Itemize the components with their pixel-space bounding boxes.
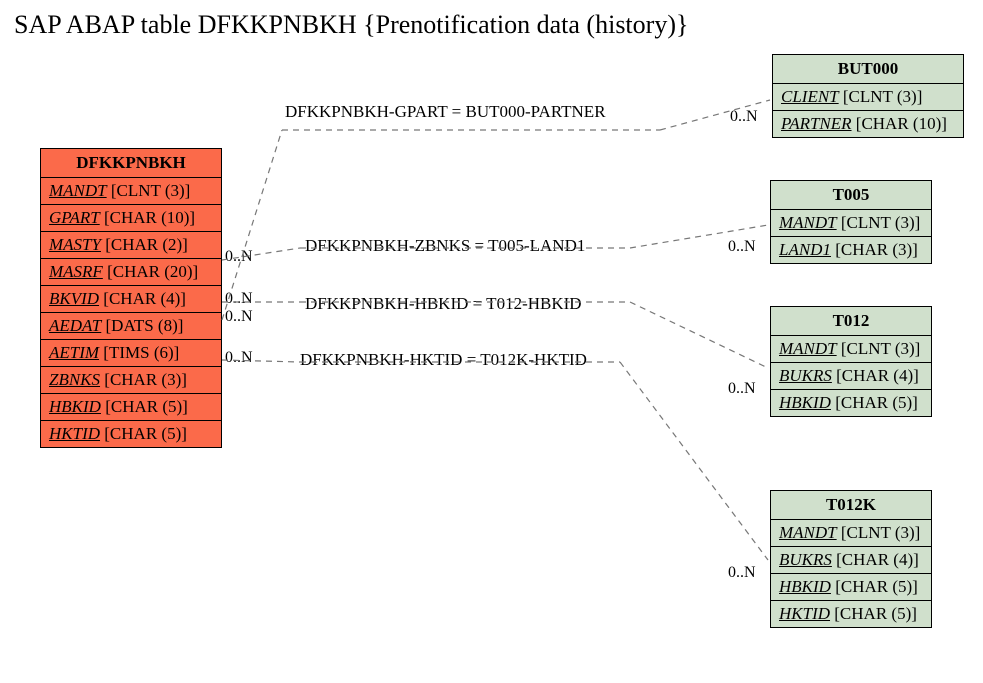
table-dfkkpnbkh: DFKKPNBKH MANDT [CLNT (3)] GPART [CHAR (…	[40, 148, 222, 448]
field-type: [CHAR (4)]	[836, 366, 919, 385]
table-row: HBKID [CHAR (5)]	[41, 394, 221, 421]
table-header: T005	[771, 181, 931, 210]
table-row: PARTNER [CHAR (10)]	[773, 111, 963, 137]
cardinality-right: 0..N	[728, 564, 756, 582]
table-row: AETIM [TIMS (6)]	[41, 340, 221, 367]
field-name: MASRF	[49, 262, 103, 281]
field-type: [CHAR (5)]	[834, 604, 917, 623]
table-t012: T012 MANDT [CLNT (3)] BUKRS [CHAR (4)] H…	[770, 306, 932, 417]
field-name: MANDT	[49, 181, 107, 200]
table-row: HBKID [CHAR (5)]	[771, 574, 931, 601]
table-t012k: T012K MANDT [CLNT (3)] BUKRS [CHAR (4)] …	[770, 490, 932, 628]
field-name: AETIM	[49, 343, 99, 362]
field-name: BUKRS	[779, 366, 832, 385]
table-row: BUKRS [CHAR (4)]	[771, 363, 931, 390]
cardinality-right: 0..N	[730, 108, 758, 126]
table-but000: BUT000 CLIENT [CLNT (3)] PARTNER [CHAR (…	[772, 54, 964, 138]
field-type: [CHAR (5)]	[104, 424, 187, 443]
field-name: BKVID	[49, 289, 99, 308]
field-type: [CHAR (5)]	[835, 577, 918, 596]
field-name: HBKID	[779, 393, 831, 412]
table-header: T012	[771, 307, 931, 336]
cardinality-left: 0..N	[225, 248, 253, 266]
field-name: ZBNKS	[49, 370, 100, 389]
field-type: [CLNT (3)]	[841, 339, 920, 358]
table-row: GPART [CHAR (10)]	[41, 205, 221, 232]
relation-label: DFKKPNBKH-GPART = BUT000-PARTNER	[285, 102, 606, 122]
field-name: MANDT	[779, 523, 837, 542]
table-header: T012K	[771, 491, 931, 520]
field-name: CLIENT	[781, 87, 839, 106]
field-name: AEDAT	[49, 316, 101, 335]
field-type: [CHAR (5)]	[105, 397, 188, 416]
table-row: BKVID [CHAR (4)]	[41, 286, 221, 313]
field-name: BUKRS	[779, 550, 832, 569]
field-name: MASTY	[49, 235, 101, 254]
table-row: HKTID [CHAR (5)]	[41, 421, 221, 447]
field-type: [CLNT (3)]	[841, 523, 920, 542]
field-type: [CHAR (10)]	[856, 114, 947, 133]
table-row: BUKRS [CHAR (4)]	[771, 547, 931, 574]
field-type: [CLNT (3)]	[111, 181, 190, 200]
table-row: HKTID [CHAR (5)]	[771, 601, 931, 627]
field-name: PARTNER	[781, 114, 852, 133]
table-row: HBKID [CHAR (5)]	[771, 390, 931, 416]
field-type: [CLNT (3)]	[843, 87, 922, 106]
field-type: [CHAR (4)]	[836, 550, 919, 569]
cardinality-left: 0..N	[225, 290, 253, 308]
table-row: CLIENT [CLNT (3)]	[773, 84, 963, 111]
field-name: LAND1	[779, 240, 831, 259]
table-header: BUT000	[773, 55, 963, 84]
field-type: [CLNT (3)]	[841, 213, 920, 232]
field-type: [CHAR (20)]	[107, 262, 198, 281]
field-type: [TIMS (6)]	[103, 343, 179, 362]
field-type: [CHAR (2)]	[105, 235, 188, 254]
field-type: [CHAR (10)]	[104, 208, 195, 227]
table-row: MANDT [CLNT (3)]	[771, 336, 931, 363]
table-header: DFKKPNBKH	[41, 149, 221, 178]
table-row: LAND1 [CHAR (3)]	[771, 237, 931, 263]
table-row: MANDT [CLNT (3)]	[41, 178, 221, 205]
cardinality-right: 0..N	[728, 238, 756, 256]
relation-label: DFKKPNBKH-HKTID = T012K-HKTID	[300, 350, 587, 370]
table-row: MASRF [CHAR (20)]	[41, 259, 221, 286]
table-row: ZBNKS [CHAR (3)]	[41, 367, 221, 394]
field-name: GPART	[49, 208, 100, 227]
cardinality-left: 0..N	[225, 349, 253, 367]
field-name: HBKID	[779, 577, 831, 596]
table-row: AEDAT [DATS (8)]	[41, 313, 221, 340]
field-type: [CHAR (3)]	[104, 370, 187, 389]
field-type: [CHAR (4)]	[103, 289, 186, 308]
cardinality-right: 0..N	[728, 380, 756, 398]
page-title: SAP ABAP table DFKKPNBKH {Prenotificatio…	[14, 10, 688, 40]
table-row: MANDT [CLNT (3)]	[771, 210, 931, 237]
field-name: HKTID	[49, 424, 100, 443]
field-name: HKTID	[779, 604, 830, 623]
field-type: [CHAR (3)]	[835, 240, 918, 259]
field-name: HBKID	[49, 397, 101, 416]
field-type: [CHAR (5)]	[835, 393, 918, 412]
relation-label: DFKKPNBKH-HBKID = T012-HBKID	[305, 294, 582, 314]
table-t005: T005 MANDT [CLNT (3)] LAND1 [CHAR (3)]	[770, 180, 932, 264]
field-type: [DATS (8)]	[106, 316, 184, 335]
field-name: MANDT	[779, 339, 837, 358]
relation-label: DFKKPNBKH-ZBNKS = T005-LAND1	[305, 236, 585, 256]
cardinality-left: 0..N	[225, 308, 253, 326]
table-row: MANDT [CLNT (3)]	[771, 520, 931, 547]
table-row: MASTY [CHAR (2)]	[41, 232, 221, 259]
field-name: MANDT	[779, 213, 837, 232]
